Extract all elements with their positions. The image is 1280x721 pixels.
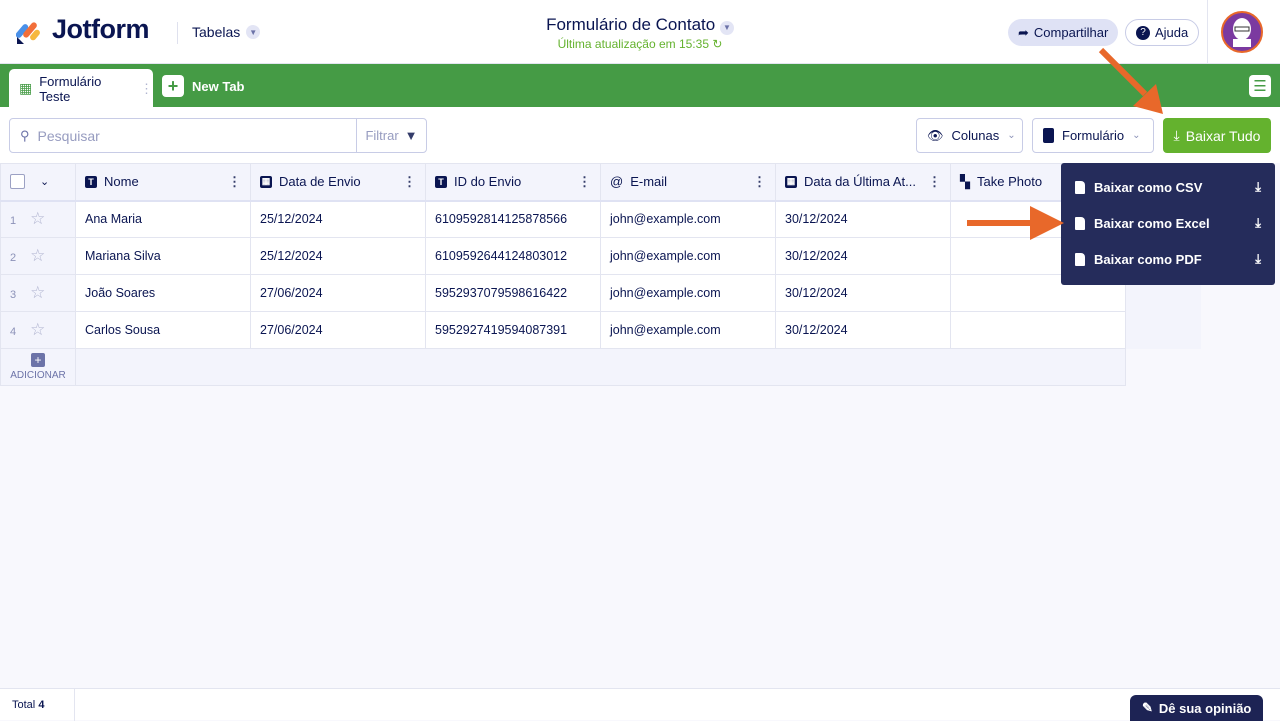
- at-sign-icon: @: [610, 174, 624, 190]
- feedback-icon: ✎: [1142, 700, 1153, 715]
- download-all-button[interactable]: ⤓ Baixar Tudo: [1163, 118, 1271, 153]
- new-tab-button[interactable]: + New Tab: [162, 75, 245, 97]
- footer: Total 4 ✎ Dê sua opinião: [0, 688, 1280, 721]
- widget-icon: ▚: [960, 173, 970, 189]
- share-button[interactable]: ➦ Compartilhar: [1008, 19, 1119, 46]
- pdf-file-icon: [1075, 252, 1085, 266]
- add-row-button[interactable]: + ADICIONAR: [0, 348, 76, 386]
- download-menu: Baixar como CSV ⤓ Baixar como Excel ⤓ Baix…: [1061, 163, 1275, 285]
- search-icon: ⚲: [20, 127, 30, 143]
- feedback-button[interactable]: ✎ Dê sua opinião: [1130, 695, 1264, 721]
- avatar[interactable]: [1221, 11, 1263, 53]
- download-icon: ⤓: [1255, 179, 1261, 194]
- select-all-checkbox[interactable]: [10, 174, 25, 190]
- help-button[interactable]: ? Ajuda: [1125, 19, 1200, 46]
- star-icon[interactable]: ☆: [30, 209, 45, 228]
- column-header-email[interactable]: @ E-mail ⋮: [600, 163, 776, 202]
- total-count: Total 4: [12, 699, 45, 711]
- share-arrow-icon: ➦: [1018, 24, 1029, 40]
- columns-button[interactable]: 👁 Colunas ⌄: [916, 118, 1023, 153]
- column-menu-icon[interactable]: ⋮: [928, 174, 941, 190]
- table-row[interactable]: 3 ☆ João Soares 27/06/2024 59529370795986164…: [0, 274, 1201, 312]
- question-icon: ?: [1136, 25, 1150, 40]
- chevron-down-icon[interactable]: ▼: [719, 20, 734, 35]
- table-grid-icon: ▦: [19, 80, 33, 96]
- column-menu-icon[interactable]: ⋮: [228, 174, 241, 190]
- column-header-nome[interactable]: T Nome ⋮: [75, 163, 251, 202]
- chevron-down-icon: ⌄: [1007, 130, 1016, 141]
- funnel-icon: ▼: [404, 128, 418, 143]
- tab-options-icon[interactable]: ⋮: [140, 81, 153, 97]
- top-bar: Jotform Tabelas ▼ Formulário de Contato ▼…: [0, 0, 1280, 64]
- form-doc-icon: [1043, 128, 1054, 143]
- chevron-down-icon: ⌄: [1132, 130, 1141, 141]
- star-icon[interactable]: ☆: [30, 283, 45, 302]
- column-header-data-atualizacao[interactable]: ▦ Data da Última At... ⋮: [775, 163, 951, 202]
- star-icon[interactable]: ☆: [30, 246, 45, 265]
- column-menu-icon[interactable]: ⋮: [578, 174, 591, 190]
- chevron-down-icon[interactable]: ⌄: [40, 175, 49, 188]
- search-input[interactable]: ⚲ Pesquisar Filtrar ▼: [9, 118, 427, 153]
- table-row[interactable]: 1 ☆ Ana Maria 25/12/2024 6109592814125878566…: [0, 200, 1201, 238]
- select-all-cell: ⌄: [0, 163, 76, 202]
- table-header: ⌄ T Nome ⋮ ▦ Data de Envio ⋮ T ID do Envio ⋮ @…: [0, 163, 1201, 202]
- plus-icon: +: [31, 352, 45, 367]
- xlsx-file-icon: [1075, 216, 1085, 230]
- download-csv-item[interactable]: Baixar como CSV ⤓: [1061, 169, 1275, 205]
- plus-icon: +: [162, 75, 184, 97]
- download-icon: ⤓: [1255, 251, 1261, 266]
- eye-icon: 👁: [927, 127, 944, 143]
- calendar-icon: ▦: [785, 175, 797, 188]
- column-header-data-envio[interactable]: ▦ Data de Envio ⋮: [250, 163, 426, 202]
- filter-button[interactable]: Filtrar ▼: [356, 119, 426, 152]
- csv-file-icon: [1075, 180, 1085, 194]
- divider: [74, 689, 75, 721]
- download-pdf-item[interactable]: Baixar como PDF ⤓: [1061, 241, 1275, 277]
- tab-formulario-teste[interactable]: ▦ Formulário Teste ⋮: [9, 69, 153, 108]
- star-icon[interactable]: ☆: [30, 320, 45, 339]
- avatar-illustration-icon: [1233, 18, 1251, 47]
- divider: [1207, 0, 1208, 64]
- form-button[interactable]: Formulário ⌄: [1032, 118, 1154, 153]
- column-menu-icon[interactable]: ⋮: [753, 174, 766, 190]
- data-table: ⌄ T Nome ⋮ ▦ Data de Envio ⋮ T ID do Envio ⋮ @…: [0, 163, 1201, 386]
- download-icon: ⤓: [1255, 215, 1261, 230]
- text-type-icon: T: [435, 175, 447, 188]
- add-row: + ADICIONAR: [0, 348, 1201, 386]
- column-menu-icon[interactable]: ⋮: [403, 174, 416, 190]
- hamburger-menu-icon[interactable]: ☰: [1249, 75, 1271, 97]
- calendar-icon: ▦: [260, 175, 272, 188]
- refresh-icon: ↻: [712, 37, 723, 51]
- text-type-icon: T: [85, 175, 97, 188]
- table-row[interactable]: 2 ☆ Mariana Silva 25/12/2024 610959264412480…: [0, 237, 1201, 275]
- table-row[interactable]: 4 ☆ Carlos Sousa 27/06/2024 5952927419594087…: [0, 311, 1201, 349]
- column-header-id-envio[interactable]: T ID do Envio ⋮: [425, 163, 601, 202]
- download-excel-item[interactable]: Baixar como Excel ⤓: [1061, 205, 1275, 241]
- download-icon: ⤓: [1173, 127, 1180, 143]
